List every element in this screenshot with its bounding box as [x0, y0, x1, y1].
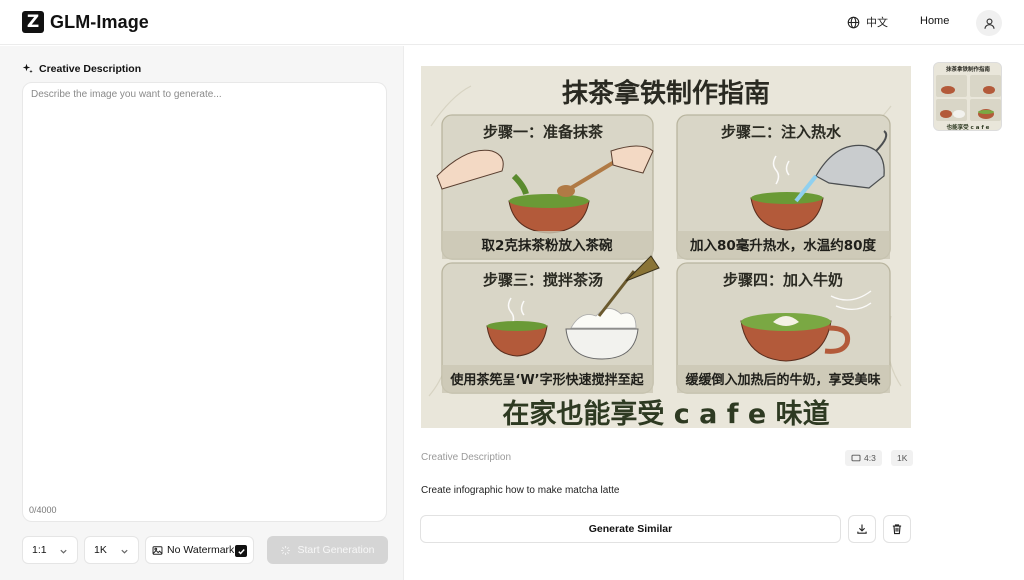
- resolution-select[interactable]: 1K: [84, 536, 139, 564]
- thumb-footer: 也能享受 c a f e: [947, 123, 990, 131]
- image-icon: [152, 545, 163, 555]
- aspect-ratio-badge-value: 4:3: [864, 453, 876, 463]
- chevron-down-icon: [60, 549, 67, 554]
- size-badge: 1K: [891, 450, 914, 466]
- aspect-icon: [851, 454, 861, 462]
- top-header: Z GLM-Image 中文 Home: [0, 0, 1024, 45]
- resolution-value: 1K: [94, 544, 107, 556]
- globe-icon: [847, 16, 860, 28]
- step-3-caption: 使用茶筅呈‘W’字形快速搅拌至起: [449, 372, 644, 388]
- step-2-caption: 加入80毫升热水，水温约80度: [689, 237, 877, 254]
- thumbnail-image: 抹茶拿铁制作指南 也能享受 c a f e: [934, 63, 1001, 131]
- step-card-3: 步骤三：搅拌茶汤 使用茶筅呈‘W’字形快速搅拌至起: [441, 255, 660, 394]
- char-count: 0/4000: [29, 505, 57, 515]
- loading-icon: [281, 545, 291, 555]
- prompt-input[interactable]: [31, 89, 379, 489]
- home-link[interactable]: Home: [920, 15, 949, 27]
- start-generation-button[interactable]: Start Generation: [267, 536, 388, 564]
- language-switch[interactable]: 中文: [847, 14, 888, 30]
- prompt-box: 0/4000: [22, 82, 387, 522]
- history-thumbnail[interactable]: 抹茶拿铁制作指南 也能享受 c a f e: [933, 62, 1002, 131]
- result-prompt-text: Create infographic how to make matcha la…: [421, 485, 620, 496]
- watermark-checkbox[interactable]: [235, 545, 247, 557]
- aspect-ratio-badge: 4:3: [845, 450, 882, 466]
- generation-controls: 1:1 1K No Watermark Start Generation: [22, 536, 388, 564]
- infographic-footer: 在家也能享受 c a f e 味道: [502, 398, 829, 428]
- watermark-toggle[interactable]: No Watermark: [145, 536, 254, 564]
- app-name[interactable]: GLM-Image: [50, 11, 149, 33]
- infographic-title: 抹茶拿铁制作指南: [562, 78, 770, 109]
- watermark-label: No Watermark: [167, 544, 235, 556]
- section-label: Creative Description: [39, 63, 142, 75]
- start-generation-label: Start Generation: [297, 544, 375, 556]
- download-button[interactable]: [848, 515, 876, 543]
- download-icon: [857, 524, 867, 534]
- trash-icon: [892, 524, 902, 535]
- generate-similar-button[interactable]: Generate Similar: [420, 515, 841, 543]
- thumb-title: 抹茶拿铁制作指南: [946, 65, 991, 73]
- step-card-4: 步骤四：加入牛奶 缓缓倒入加热后的牛奶，享受美味: [676, 262, 891, 394]
- language-label: 中文: [866, 17, 888, 29]
- sparkle-icon: [22, 63, 33, 74]
- size-badge-value: 1K: [897, 453, 908, 463]
- aspect-ratio-select[interactable]: 1:1: [22, 536, 78, 564]
- check-icon: [237, 548, 245, 555]
- aspect-ratio-value: 1:1: [32, 544, 47, 556]
- step-card-1: 步骤一：准备抹茶 取2克抹茶粉放入茶碗: [436, 114, 654, 260]
- creative-description-heading: Creative Description: [22, 63, 141, 75]
- step-card-2: 步骤二：注入热水 加入80毫升热水，水温约80度: [676, 114, 891, 260]
- generation-panel: Creative Description 0/4000 1:1 1K No Wa…: [0, 46, 404, 580]
- avatar[interactable]: [976, 10, 1002, 36]
- chevron-down-icon: [121, 549, 128, 554]
- step-4-heading: 步骤四：加入牛奶: [723, 271, 843, 289]
- step-4-caption: 缓缓倒入加热后的牛奶，享受美味: [685, 372, 880, 388]
- generated-image[interactable]: 抹茶拿铁制作指南 步骤一：准备抹茶 取2克抹茶粉放入茶碗 步骤二：注入热水 加入…: [421, 66, 911, 428]
- delete-button[interactable]: [883, 515, 911, 543]
- infographic: 抹茶拿铁制作指南 步骤一：准备抹茶 取2克抹茶粉放入茶碗 步骤二：注入热水 加入…: [421, 66, 911, 428]
- result-info-label: Creative Description: [421, 452, 512, 463]
- user-icon: [983, 17, 995, 29]
- step-3-heading: 步骤三：搅拌茶汤: [483, 271, 603, 289]
- logo-icon[interactable]: Z: [22, 11, 44, 33]
- step-2-heading: 步骤二：注入热水: [721, 123, 842, 141]
- step-1-caption: 取2克抹茶粉放入茶碗: [482, 237, 613, 254]
- step-1-heading: 步骤一：准备抹茶: [483, 123, 604, 141]
